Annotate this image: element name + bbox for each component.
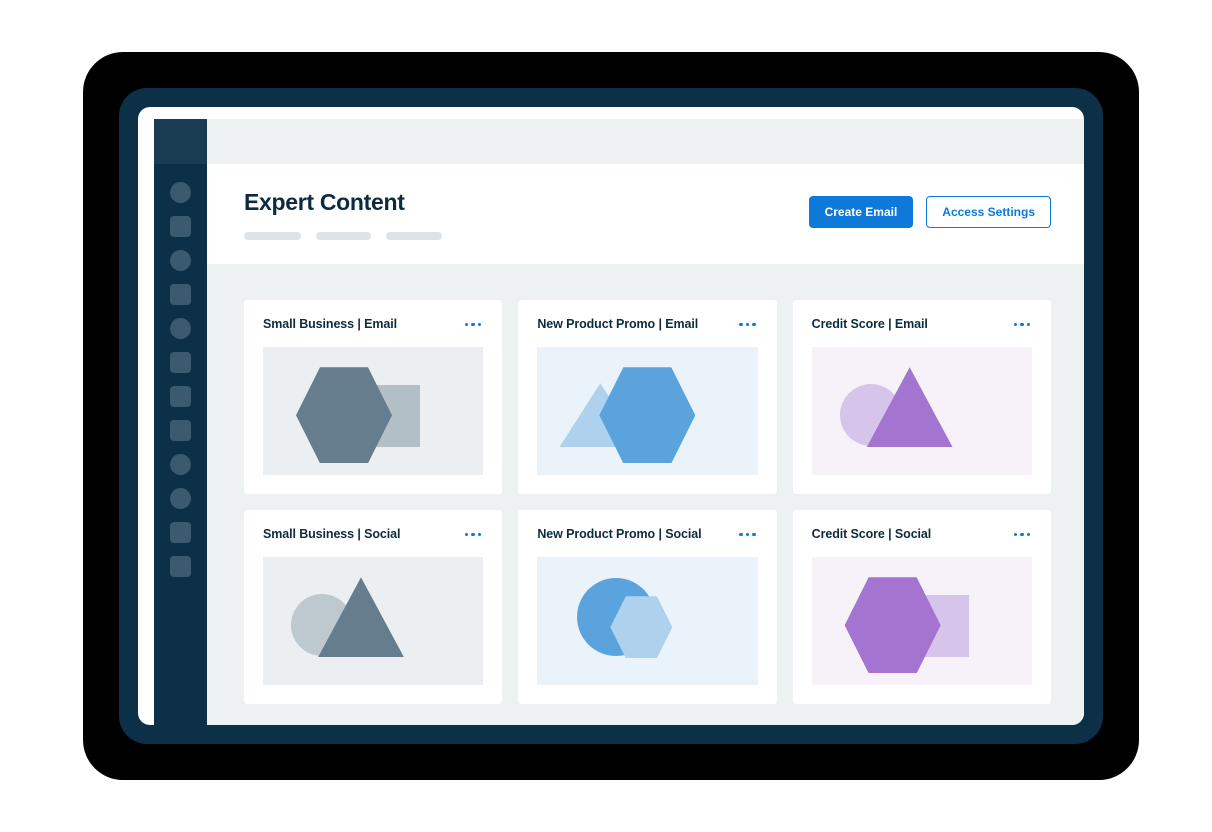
thumbnail-hexagon-shape: [296, 367, 392, 464]
content-card[interactable]: Small Business | Email: [244, 300, 503, 495]
card-grid: Small Business | Email New Product Promo …: [244, 300, 1051, 705]
more-options-icon[interactable]: [463, 529, 484, 541]
nav-circle-icon[interactable]: [170, 182, 191, 203]
top-bar: [207, 119, 1084, 164]
card-header: Credit Score | Social: [812, 527, 1032, 541]
breadcrumb-placeholder-1: [244, 232, 301, 241]
nav-square-icon[interactable]: [170, 284, 191, 305]
content-area: Small Business | Email New Product Promo …: [207, 264, 1084, 725]
thumbnail-hexagon-shape: [844, 577, 941, 674]
more-options-icon[interactable]: [1012, 319, 1033, 331]
card-thumbnail: [811, 557, 1032, 686]
more-options-icon[interactable]: [737, 319, 758, 331]
card-title: New Product Promo | Social: [537, 527, 702, 542]
content-card[interactable]: Credit Score | Social: [792, 510, 1051, 705]
card-title: Small Business | Email: [263, 317, 397, 332]
card-title: Small Business | Social: [263, 527, 401, 542]
nav-circle-icon[interactable]: [170, 488, 191, 509]
card-header: Credit Score | Email: [812, 317, 1032, 331]
access-settings-button[interactable]: Access Settings: [926, 196, 1051, 228]
content-card[interactable]: Credit Score | Email: [792, 300, 1051, 495]
thumbnail-hexagon-shape: [599, 367, 696, 464]
content-card[interactable]: Small Business | Social: [244, 510, 503, 705]
page-title: Expert Content: [244, 189, 405, 215]
nav-square-icon[interactable]: [170, 386, 191, 407]
device-screen: Expert Content Create Email Access Setti…: [138, 107, 1084, 725]
device-bezel: Expert Content Create Email Access Setti…: [119, 88, 1103, 744]
more-options-icon[interactable]: [463, 319, 484, 331]
nav-square-icon[interactable]: [170, 522, 191, 543]
more-options-icon[interactable]: [1012, 529, 1033, 541]
nav-square-icon[interactable]: [170, 420, 191, 441]
card-thumbnail: [263, 347, 484, 476]
sidebar-nav: [154, 164, 207, 577]
breadcrumb-placeholder-3: [386, 232, 442, 241]
card-thumbnail: [263, 557, 484, 686]
nav-circle-icon[interactable]: [170, 250, 191, 271]
more-options-icon[interactable]: [737, 529, 758, 541]
main-column: Expert Content Create Email Access Setti…: [207, 119, 1084, 725]
page-header: Expert Content Create Email Access Setti…: [207, 164, 1084, 265]
card-header: Small Business | Email: [263, 317, 483, 331]
card-title: Credit Score | Email: [811, 317, 928, 332]
card-header: Small Business | Social: [263, 527, 483, 541]
sidebar-header: [154, 119, 207, 164]
content-card[interactable]: New Product Promo | Email: [518, 300, 777, 495]
nav-circle-icon[interactable]: [170, 318, 191, 339]
card-thumbnail: [537, 557, 758, 686]
create-email-button[interactable]: Create Email: [808, 196, 914, 228]
sidebar: [154, 119, 207, 725]
nav-square-icon[interactable]: [170, 352, 191, 373]
device-frame: Expert Content Create Email Access Setti…: [83, 52, 1139, 780]
nav-square-icon[interactable]: [170, 556, 191, 577]
app-window: Expert Content Create Email Access Setti…: [154, 119, 1084, 725]
card-thumbnail: [537, 347, 758, 476]
card-header: New Product Promo | Email: [537, 317, 757, 331]
content-card[interactable]: New Product Promo | Social: [518, 510, 777, 705]
card-thumbnail: [811, 347, 1032, 476]
header-actions: Create Email Access Settings: [808, 190, 1051, 228]
card-header: New Product Promo | Social: [537, 527, 757, 541]
card-title: New Product Promo | Email: [537, 317, 699, 332]
nav-circle-icon[interactable]: [170, 454, 191, 475]
breadcrumb: [244, 232, 442, 241]
breadcrumb-placeholder-2: [316, 232, 371, 241]
page-header-left: Expert Content: [244, 189, 442, 241]
card-title: Credit Score | Social: [811, 527, 932, 542]
nav-square-icon[interactable]: [170, 216, 191, 237]
